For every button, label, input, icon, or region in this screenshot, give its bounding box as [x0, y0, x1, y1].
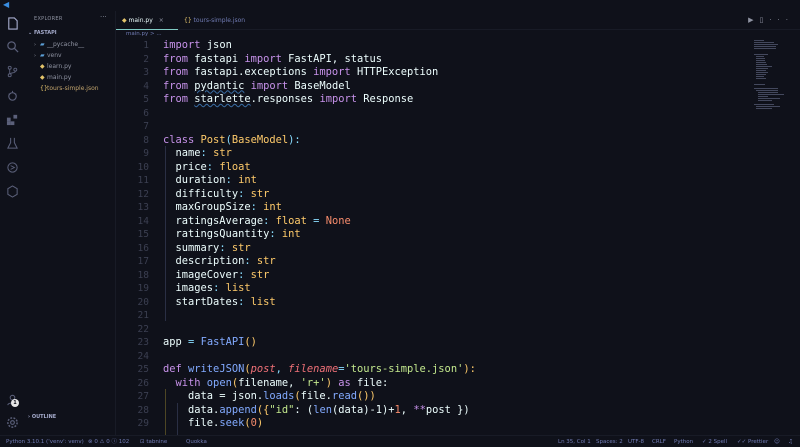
spell-checker[interactable]: ✓ 2 Spell	[702, 436, 727, 447]
info-icon: ⓘ	[111, 439, 119, 445]
more-icon[interactable]: ···	[769, 16, 794, 24]
code-line: 5 from starlette.responses import Respons…	[143, 93, 414, 105]
more-actions-icon[interactable]: ···	[100, 13, 107, 21]
workspace-folder[interactable]: ⌄ FASTAPI	[28, 30, 57, 36]
title-bar: ◀	[0, 0, 800, 11]
status-bar: Python 3.10.1 ('venv': venv) ⊗ 0 ⚠ 0 ⓘ 1…	[0, 435, 800, 447]
code-line: 21	[137, 310, 149, 321]
tab-label: tours-simple.json	[193, 17, 246, 24]
editor-tabs: ◆ main.py × {} tours-simple.json ▶▯···	[116, 11, 800, 30]
code-line: 24	[137, 350, 149, 362]
tree-item-label: __pycache__	[47, 41, 85, 48]
tree-item-label: main.py	[47, 74, 72, 81]
breadcrumb[interactable]: main.py > ...	[126, 31, 162, 37]
code-line: 27 data = json.loads(file.read())	[137, 390, 376, 402]
code-line: 12 difficulty: str	[137, 187, 270, 200]
code-line: 9 name: str	[143, 147, 232, 159]
indentation[interactable]: Spaces: 2	[596, 436, 623, 447]
file-encoding[interactable]: UTF-8	[628, 436, 644, 447]
explorer-sidebar: EXPLORER ··· ⌄ FASTAPI › ▰ __pycache__ › ▰ v…	[24, 11, 116, 435]
tree-item-label: venv	[47, 52, 62, 59]
python-file-icon: ◆	[40, 63, 45, 70]
code-line: 18 imageCover: str	[137, 268, 270, 281]
double-check-icon: ✓✓	[737, 439, 748, 445]
code-line: 13 maxGroupSize: int	[137, 201, 282, 213]
code-line: 10 price: float	[137, 160, 251, 173]
code-line: 17 description: str	[137, 255, 276, 267]
prettier-indicator[interactable]: ✓✓ Prettier	[737, 436, 768, 447]
source-control-icon[interactable]	[5, 65, 19, 79]
problems-indicator[interactable]: ⊗ 0 ⚠ 0 ⓘ 102	[88, 436, 129, 447]
tabnine-indicator[interactable]: ⊡ tabnine	[140, 436, 167, 447]
python-interpreter[interactable]: Python 3.10.1 ('venv': venv)	[6, 436, 84, 447]
code-line: 26 with open(filename, 'r+') as file:	[137, 376, 389, 389]
quokka-indicator[interactable]: Quokka	[186, 436, 207, 447]
code-line: 2 from fastapi import FastAPI, status	[143, 52, 382, 65]
code-line: 6	[143, 107, 149, 119]
code-line: 19 images: list	[137, 282, 251, 294]
settings-gear-icon[interactable]	[5, 416, 19, 430]
python-file-icon: ◆	[40, 74, 45, 81]
explorer-icon[interactable]	[5, 17, 19, 31]
testing-icon[interactable]	[5, 137, 19, 151]
tab-tours-json[interactable]: {} tours-simple.json	[178, 11, 258, 30]
split-editor-icon[interactable]: ▯	[759, 16, 769, 24]
tree-item-learn-py[interactable]: ◆ learn.py	[40, 62, 71, 72]
cursor-position[interactable]: Ln 35, Col 1	[558, 436, 591, 447]
notifications-bell-icon[interactable]: ♫	[788, 436, 793, 447]
search-icon[interactable]	[5, 40, 19, 54]
code-line: 11 duration: int	[137, 174, 257, 186]
line-ending[interactable]: CRLF	[652, 436, 666, 447]
tree-item-label: learn.py	[47, 63, 72, 70]
code-line: 29 file.seek(0)	[137, 417, 264, 429]
minimap[interactable]	[748, 38, 792, 118]
tab-main-py[interactable]: ◆ main.py ×	[116, 11, 178, 30]
code-line: 22	[137, 323, 149, 335]
code-line: 25 def writeJSON(post, filename='tours-si…	[137, 363, 476, 375]
language-mode[interactable]: Python	[674, 436, 693, 447]
workspace-folder-label: FASTAPI	[33, 30, 57, 36]
docker-icon[interactable]	[5, 185, 19, 199]
code-line: 8 class Post(BaseModel):	[143, 133, 301, 146]
code-editor[interactable]: 1 import json 2 from fastapi import FastAP…	[116, 38, 746, 435]
tree-item-pycache[interactable]: › ▰ __pycache__	[34, 40, 84, 50]
code-line: 4 from pydantic import BaseModel	[143, 79, 351, 92]
vscode-logo-icon: ◀	[3, 0, 10, 9]
code-line: 3 from fastapi.exceptions import HTTPExce…	[143, 66, 439, 78]
run-icon[interactable]: ▶	[748, 16, 759, 24]
code-line: 23 app = FastAPI()	[137, 336, 257, 348]
json-file-icon: {}	[184, 17, 194, 24]
tree-item-venv[interactable]: › ▰ venv	[34, 51, 62, 61]
tree-item-tours-json[interactable]: {}tours-simple.json	[40, 84, 99, 94]
code-line: 14 ratingsAverage: float = None	[137, 214, 351, 227]
activity-bar: 1	[0, 11, 24, 435]
accounts-badge: 1	[11, 399, 19, 407]
outline-section[interactable]: › OUTLINE	[28, 414, 56, 420]
feedback-icon[interactable]: ☺	[774, 436, 780, 447]
run-debug-icon[interactable]	[5, 89, 19, 103]
close-icon[interactable]: ×	[159, 17, 164, 24]
tab-label: main.py	[128, 17, 153, 24]
folder-icon: ▰	[40, 52, 45, 59]
outline-label: OUTLINE	[31, 414, 57, 420]
tree-item-label: tours-simple.json	[47, 85, 99, 92]
code-line: 20 startDates: list	[137, 295, 276, 308]
code-line: 16 summary: str	[137, 241, 251, 254]
editor-actions: ▶▯···	[748, 16, 794, 24]
extensions-icon[interactable]	[5, 113, 19, 127]
json-file-icon: {}	[40, 85, 48, 92]
remote-explorer-icon[interactable]	[5, 161, 19, 175]
code-line: 15 ratingsQuantity: int	[137, 228, 301, 240]
folder-icon: ▰	[40, 41, 45, 48]
explorer-title: EXPLORER	[34, 16, 63, 22]
code-line: 28 data.append({"id": (len(data)-1)+1, *…	[137, 403, 470, 416]
code-line: 7	[143, 121, 149, 132]
tree-item-main-py[interactable]: ◆ main.py	[40, 73, 71, 83]
code-line: 1 import json	[143, 39, 232, 51]
